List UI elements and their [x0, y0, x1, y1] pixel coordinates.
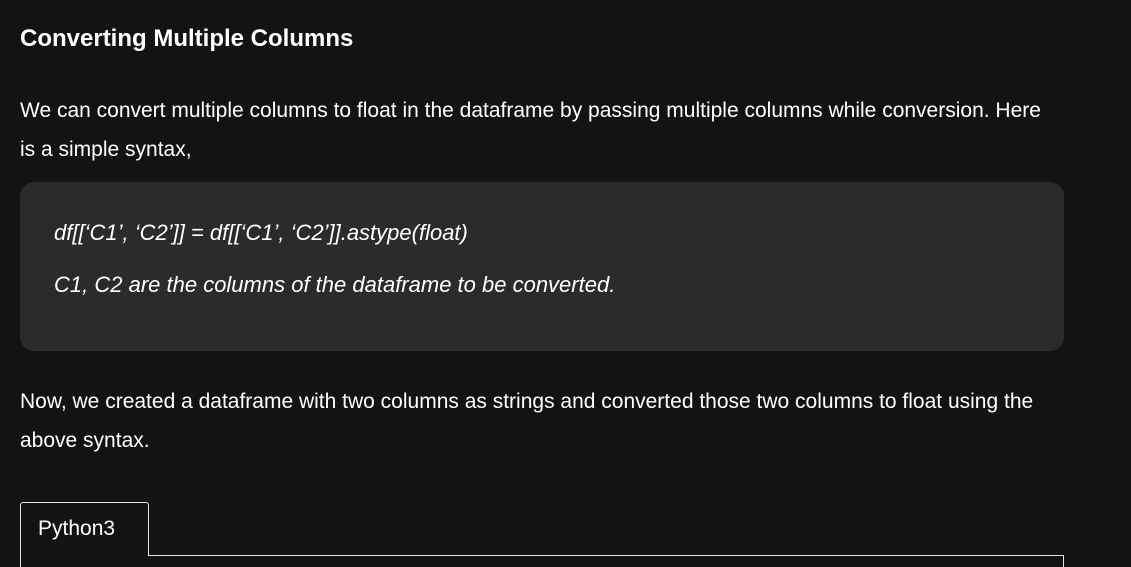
- syntax-code-line: df[[‘C1’, ‘C2’]] = df[[‘C1’, ‘C2’]].asty…: [54, 220, 468, 245]
- tab-python3[interactable]: Python3: [20, 502, 149, 556]
- section-heading: Converting Multiple Columns: [20, 25, 354, 52]
- intro-paragraph: We can convert multiple columns to float…: [20, 99, 1041, 161]
- article-page: Converting Multiple Columns We can conve…: [0, 0, 1131, 567]
- example-intro-paragraph: Now, we created a dataframe with two col…: [20, 390, 1034, 452]
- code-panel: [20, 555, 1064, 567]
- syntax-description: C1, C2 are the columns of the dataframe …: [54, 272, 616, 297]
- syntax-block: df[[‘C1’, ‘C2’]] = df[[‘C1’, ‘C2’]].asty…: [20, 182, 1064, 351]
- tab-python3-label: Python3: [38, 517, 116, 540]
